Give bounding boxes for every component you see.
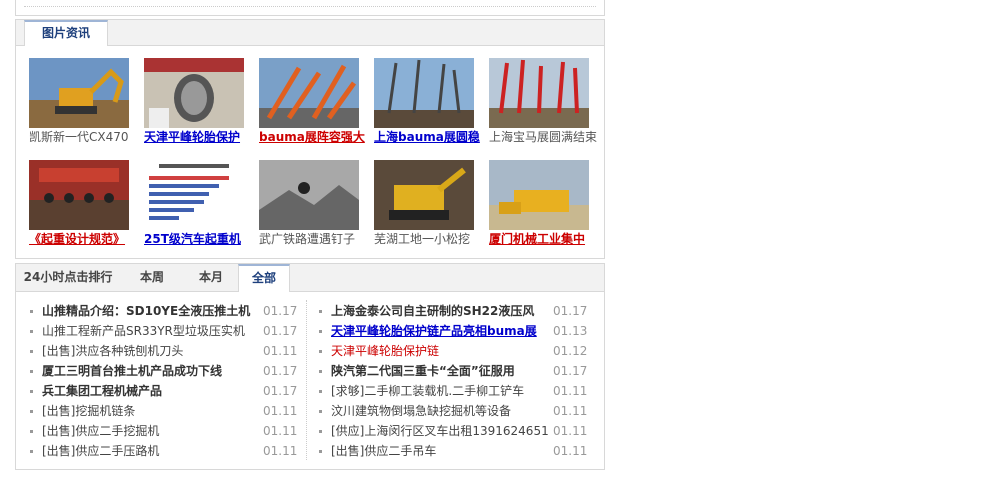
tab-picture-news[interactable]: 图片资讯 [24,20,108,46]
list-item-title[interactable]: 兵工集团工程机械产品 [42,381,260,401]
list-item: 汶川建筑物倒塌急缺挖掘机等设备 01.11 [319,401,589,421]
bullet-icon [30,370,33,373]
list-item: 山推精品介绍：SD10YE全液压推土机 01.17 [30,301,299,321]
list-item-date: 01.11 [263,344,298,358]
picture-news-header: 图片资讯 [16,20,604,46]
bullet-icon [30,390,33,393]
list-item: [出售]供应二手挖掘机 01.11 [30,421,299,441]
list-item-title[interactable]: 天津平峰轮胎保护链 [331,341,549,361]
bullet-icon [30,450,33,453]
list-item-date: 01.11 [263,404,298,418]
ranking-tabs: 24小时点击排行 本周 本月 全部 [16,264,604,292]
list-item-title[interactable]: 天津平峰轮胎保护链产品亮相buma展 [331,321,549,341]
list-item: [出售]挖掘机链条 01.11 [30,401,299,421]
list-item-date: 01.11 [553,384,588,398]
list-item-date: 01.13 [553,324,588,338]
picture-caption[interactable]: 厦门机械工业集中 [489,231,601,247]
picture-caption[interactable]: 25T级汽车起重机 [144,231,256,247]
list-item: [求够]二手柳工装载机.二手柳工铲车 01.11 [319,381,589,401]
bullet-icon [319,410,322,413]
picture-thumb-excavator-photo[interactable] [29,58,129,128]
list-item-date: 01.11 [263,424,298,438]
list-item-date: 01.17 [263,304,298,318]
list-item-date: 01.11 [553,424,588,438]
list-item-date: 01.11 [553,444,588,458]
bullet-icon [30,350,33,353]
picture-caption[interactable]: 凯斯新一代CX470 [29,129,141,145]
picture-caption[interactable]: 天津平峰轮胎保护 [144,129,256,145]
picture-thumb-bar-chart-photo[interactable] [144,160,244,230]
list-item-date: 01.11 [553,404,588,418]
list-item-title[interactable]: [求够]二手柳工装载机.二手柳工铲车 [331,381,549,401]
picture-thumb-rubble-photo[interactable] [259,160,359,230]
list-item-title[interactable]: 上海金泰公司自主研制的SH22液压风 [331,301,549,321]
picture-thumb-yellow-loader-photo[interactable] [489,160,589,230]
list-item-date: 01.17 [263,324,298,338]
list-item-title[interactable]: [出售]挖掘机链条 [42,401,260,421]
picture-caption[interactable]: 上海宝马展圆满结束 [489,129,601,145]
list-item-date: 01.17 [553,304,588,318]
ranking-panel: 24小时点击排行 本周 本月 全部 山推精品介绍：SD10YE全液压推土机 01.17 山… [15,263,605,470]
picture-caption[interactable]: 上海bauma展圆稳 [374,129,486,145]
picture-caption[interactable]: bauma展阵容强大 [259,129,371,145]
tab-ranking-1[interactable]: 本周 [134,264,170,291]
list-item-title[interactable]: 陕汽第二代国三重卡“全面”征服用 [331,361,549,381]
picture-caption[interactable]: 武广铁路遭遇钉子 [259,231,371,247]
list-item-title[interactable]: [出售]供应二手吊车 [331,441,549,461]
picture-caption[interactable]: 《起重设计规范》 [29,231,141,247]
column-divider [306,300,307,460]
picture-thumb-yellow-machine-photo[interactable] [374,160,474,230]
list-item: 陕汽第二代国三重卡“全面”征服用 01.17 [319,361,589,381]
bullet-icon [30,410,33,413]
list-item: [出售]供应二手吊车 01.11 [319,441,589,461]
list-item-title[interactable]: 山推精品介绍：SD10YE全液压推土机 [42,301,260,321]
list-item: [供应]上海闵行区叉车出租1391624651 01.11 [319,421,589,441]
list-item-title[interactable]: 厦工三明首台推土机产品成功下线 [42,361,260,381]
bullet-icon [319,430,322,433]
top-panel [15,0,605,16]
bullet-icon [319,450,322,453]
dotted-divider [24,6,596,7]
bullet-icon [319,350,322,353]
list-item: 厦工三明首台推土机产品成功下线 01.17 [30,361,299,381]
picture-caption[interactable]: 芜湖工地一小松挖 [374,231,486,247]
list-item-title[interactable]: [出售]洪应各种铣刨机刀头 [42,341,260,361]
bullet-icon [30,430,33,433]
bullet-icon [30,330,33,333]
list-item: 天津平峰轮胎保护链产品亮相buma展 01.13 [319,321,589,341]
list-item-title[interactable]: 汶川建筑物倒塌急缺挖掘机等设备 [331,401,549,421]
list-item: 上海金泰公司自主研制的SH22液压风 01.17 [319,301,589,321]
list-item-title[interactable]: [供应]上海闵行区叉车出租1391624651 [331,421,549,441]
list-item-title[interactable]: 山推工程新产品SR33YR型垃圾压实机 [42,321,260,341]
bullet-icon [30,310,33,313]
list-item-date: 01.17 [263,364,298,378]
picture-thumb-exhibition-cranes-photo[interactable] [374,58,474,128]
picture-thumb-orange-cranes-photo[interactable] [259,58,359,128]
list-item: [出售]洪应各种铣刨机刀头 01.11 [30,341,299,361]
picture-thumb-tire-chain-photo[interactable] [144,58,244,128]
tab-ranking-3[interactable]: 全部 [238,264,290,292]
bullet-icon [319,310,322,313]
list-item-date: 01.12 [553,344,588,358]
tab-ranking-0[interactable]: 24小时点击排行 [16,264,120,291]
list-item-title[interactable]: [出售]供应二手压路机 [42,441,260,461]
list-item: 兵工集团工程机械产品 01.17 [30,381,299,401]
bullet-icon [319,330,322,333]
list-item-date: 01.11 [263,444,298,458]
list-item: 天津平峰轮胎保护链 01.12 [319,341,589,361]
picture-thumb-conference-photo[interactable] [29,160,129,230]
list-item-title[interactable]: [出售]供应二手挖掘机 [42,421,260,441]
list-item-date: 01.17 [553,364,588,378]
list-item: [出售]供应二手压路机 01.11 [30,441,299,461]
picture-thumb-red-cranes-photo[interactable] [489,58,589,128]
list-item-date: 01.17 [263,384,298,398]
tab-ranking-2[interactable]: 本月 [188,264,234,291]
bullet-icon [319,390,322,393]
list-item: 山推工程新产品SR33YR型垃圾压实机 01.17 [30,321,299,341]
picture-news-panel: 图片资讯 凯斯新一代CX470 天津平峰轮胎保护 bauma展阵容强大 上海bauma… [15,19,605,259]
bullet-icon [319,370,322,373]
